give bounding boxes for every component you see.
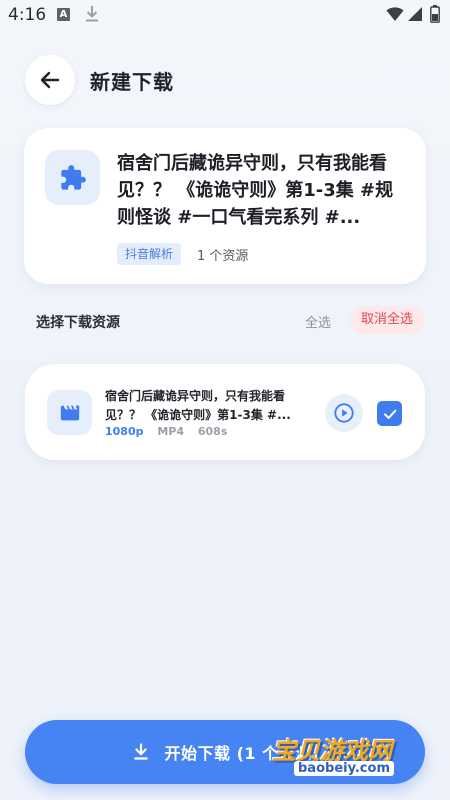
wifi-icon — [386, 7, 404, 21]
resource-format: MP4 — [157, 425, 185, 438]
select-all-button[interactable]: 全选 — [305, 312, 331, 331]
clapperboard-icon — [60, 405, 79, 420]
section-label: 选择下载资源 — [36, 315, 120, 331]
battery-icon — [430, 5, 440, 23]
signal-icon — [408, 7, 422, 21]
preview-play-button[interactable] — [325, 394, 363, 432]
parser-icon-box — [45, 150, 100, 205]
resource-item[interactable]: 宿舍门后藏诡异守则，只有我能看见？？ 《诡诡守则》第1-3集 #... 1080… — [25, 364, 425, 460]
app-notification-icon: A — [57, 8, 70, 21]
check-icon — [383, 409, 396, 419]
play-circle-icon — [334, 403, 354, 423]
resource-title: 宿舍门后藏诡异守则，只有我能看见？？ 《诡诡守则》第1-3集 #... — [105, 389, 291, 422]
video-type-icon-box — [47, 390, 92, 435]
download-icon — [133, 743, 148, 760]
arrow-left-icon — [40, 71, 60, 89]
resource-checkbox[interactable] — [377, 401, 402, 426]
resource-meta: 1080p MP4 608s — [105, 425, 227, 438]
status-bar: 4:16 A — [0, 0, 450, 32]
video-title: 宿舍门后藏诡异守则，只有我能看见？？ 《诡诡守则》第1-3集 #规则怪谈 #一口… — [117, 153, 394, 228]
status-time: 4:16 — [8, 5, 47, 25]
resource-duration: 608s — [197, 425, 228, 438]
resource-resolution: 1080p — [105, 425, 144, 438]
page-title: 新建下载 — [90, 70, 174, 94]
deselect-all-button[interactable]: 取消全选 — [350, 306, 425, 334]
video-info-card: 宿舍门后藏诡异守则，只有我能看见？？ 《诡诡守则》第1-3集 #规则怪谈 #一口… — [24, 128, 426, 284]
resource-count: 1 个资源 — [197, 249, 249, 264]
download-notification-icon — [86, 6, 98, 22]
back-button[interactable] — [25, 55, 75, 105]
source-tag: 抖音解析 — [117, 243, 182, 265]
site-watermark: 宝贝游戏网 baobeiy.com — [272, 705, 422, 795]
puzzle-icon — [60, 164, 86, 190]
watermark-url: baobeiy.com — [294, 761, 394, 776]
